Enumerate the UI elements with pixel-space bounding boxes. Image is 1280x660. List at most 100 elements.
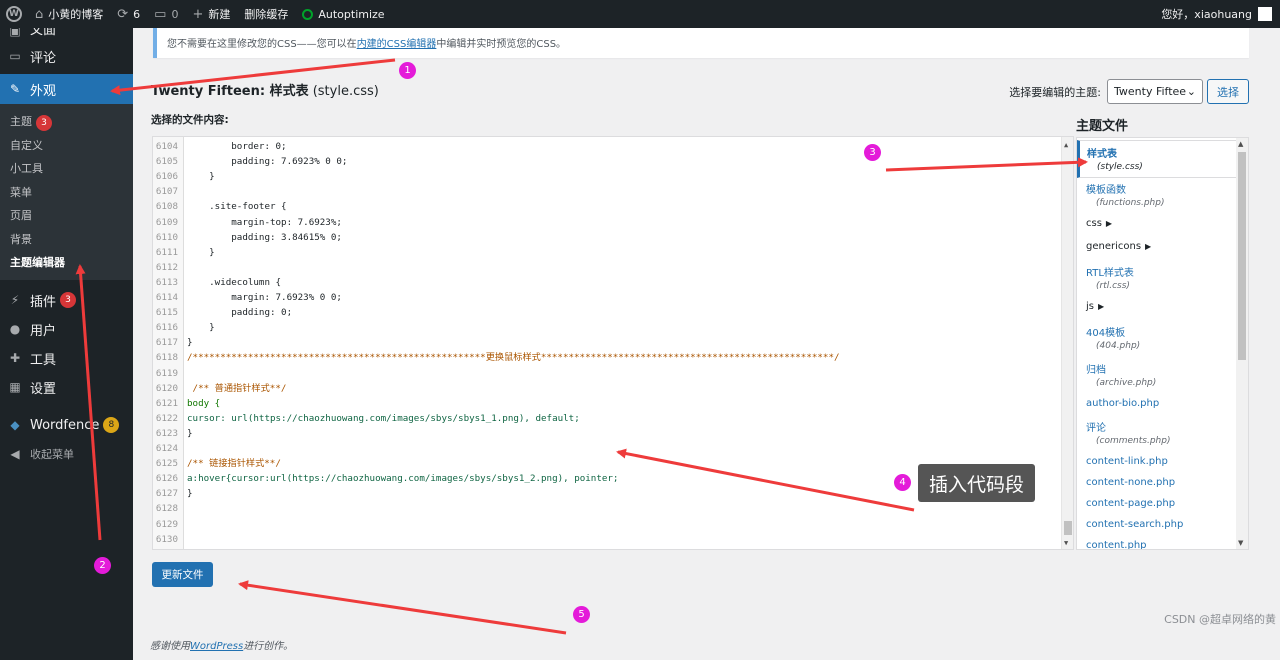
line-number: 6125 [155, 458, 178, 470]
folder-expand-icon[interactable]: ▶ [1106, 219, 1112, 228]
file-name: 模板函数 [1086, 181, 1237, 196]
select-theme-button[interactable]: 选择 [1207, 79, 1249, 104]
file-list-item[interactable]: RTL样式表 (rtl.css) [1077, 264, 1237, 291]
clear-cache-link[interactable]: 删除缓存 [237, 0, 295, 28]
code-line: 6109 margin-top: 7.6923%; [153, 215, 342, 230]
scroll-down-icon[interactable]: ▼ [1064, 539, 1068, 547]
folder-expand-icon[interactable]: ▶ [1098, 302, 1104, 311]
submenu-item-widgets[interactable]: 小工具 [0, 157, 133, 181]
code-text: /** 普通指针样式**/ [187, 382, 287, 394]
file-name: content-link.php [1086, 456, 1237, 467]
file-name: content-search.php [1086, 519, 1237, 530]
submenu-item-menus[interactable]: 菜单 [0, 181, 133, 205]
menu-item-settings[interactable]: ▦ 设置 [0, 373, 133, 402]
file-list-item[interactable]: 404模板 (404.php) [1077, 324, 1237, 351]
code-line: 6126 a:hover{cursor:url(https://chaozhuow… [153, 471, 619, 486]
submenu-item-header[interactable]: 页眉 [0, 204, 133, 228]
wordfence-badge: 8 [103, 417, 120, 433]
code-text: cursor: url(https://chaozhuowang.com/ima… [187, 412, 580, 424]
line-number: 6126 [155, 473, 178, 485]
file-list-item[interactable]: content-link.php [1077, 456, 1237, 467]
file-name: content-page.php [1086, 498, 1237, 509]
line-number: 6118 [155, 352, 178, 364]
file-list-item[interactable]: author-bio.php [1077, 398, 1237, 409]
file-path: (functions.php) [1096, 198, 1165, 208]
menu-item-media[interactable]: ▣ 文面 [0, 28, 133, 38]
line-number: 6106 [155, 171, 178, 183]
file-list-item[interactable]: 评论 (comments.php) [1077, 419, 1237, 446]
menu-item-tools[interactable]: ✚ 工具 [0, 344, 133, 373]
code-text: padding: 3.84615% 0; [187, 231, 342, 243]
scroll-thumb[interactable] [1064, 521, 1072, 535]
menu-item-collapse[interactable]: ◀ 收起菜单 [0, 440, 133, 469]
file-label: 评论 [1086, 423, 1106, 434]
code-text: } [187, 246, 215, 258]
folder-expand-icon[interactable]: ▶ [1145, 242, 1151, 251]
file-list-item[interactable]: 模板函数 (functions.php) [1077, 181, 1237, 208]
appearance-submenu: 主题 3 自定义 小工具 菜单 页眉 背景 主题编辑器 [0, 104, 133, 280]
code-line: 6112 [153, 260, 181, 275]
code-line: 6114 margin: 7.6923% 0 0; [153, 290, 342, 305]
file-label: 归档 [1086, 365, 1106, 376]
line-number: 6112 [155, 261, 178, 273]
menu-item-wordfence[interactable]: ◆ Wordfence 8 [0, 411, 133, 440]
theme-files-title: 主题文件 [1076, 119, 1129, 134]
insert-code-callout: 插入代码段 [918, 464, 1035, 502]
wordpress-link[interactable]: WordPress [190, 641, 243, 652]
css-editor-link[interactable]: 内建的CSS编辑器 [357, 39, 437, 50]
editor-scrollbar[interactable]: ▲ ▼ [1061, 137, 1073, 549]
code-line: 6125 /** 链接指针样式**/ [153, 456, 281, 471]
theme-select-row: 选择要编辑的主题: Twenty Fifteen ⌄ 选择 [1009, 79, 1249, 104]
watermark: CSDN @超卓网络的黄 [1164, 613, 1276, 626]
code-text: } [187, 337, 193, 349]
code-line: 6117} [153, 335, 193, 350]
file-list-item[interactable]: content-page.php [1077, 498, 1237, 509]
file-name: 样式表 [1087, 145, 1236, 160]
file-folder-item[interactable]: js ▶ [1077, 301, 1237, 312]
code-line: 6110 padding: 3.84615% 0; [153, 230, 342, 245]
code-text: margin: 7.6923% 0 0; [187, 292, 342, 303]
wordpress-logo-icon[interactable]: W [0, 0, 28, 28]
refresh-icon: ⟳ [117, 6, 129, 22]
new-content-link[interactable]: + 新建 [185, 0, 237, 28]
updates-link[interactable]: ⟳ 6 [110, 0, 147, 28]
menu-item-comments[interactable]: ▭ 评论 [0, 38, 133, 74]
autoptimize-link[interactable]: Autoptimize [295, 0, 391, 28]
scroll-thumb[interactable] [1238, 152, 1246, 360]
file-list-item[interactable]: content-search.php [1077, 519, 1237, 530]
file-list-item[interactable]: content.php [1077, 540, 1237, 549]
comments-link[interactable]: ▭ 0 [147, 0, 185, 28]
menu-item-plugins[interactable]: ⚡ 插件 3 [0, 286, 133, 315]
site-name-link[interactable]: ⌂ 小黄的博客 [28, 0, 110, 28]
code-line: 6127} [153, 486, 193, 501]
brush-icon: ✎ [9, 82, 21, 96]
file-list-item[interactable]: content-none.php [1077, 477, 1237, 488]
submenu-item-customize[interactable]: 自定义 [0, 134, 133, 158]
line-number: 6128 [155, 503, 178, 515]
file-content-label: 选择的文件内容: [151, 114, 229, 126]
file-folder-item[interactable]: genericons ▶ [1077, 241, 1237, 252]
menu-item-appearance[interactable]: ✎ 外观 [0, 74, 133, 104]
code-line: 6123} [153, 426, 193, 441]
scroll-up-icon[interactable]: ▲ [1064, 141, 1068, 149]
my-account[interactable]: 您好，xiaohuang [1161, 6, 1280, 22]
footer-thanks: 感谢使用WordPress进行创作。 [150, 641, 294, 652]
file-path: (archive.php) [1096, 378, 1157, 388]
scroll-down-icon[interactable]: ▼ [1238, 539, 1243, 547]
file-folder-item[interactable]: css ▶ [1077, 218, 1237, 229]
line-number: 6123 [155, 427, 178, 439]
file-list-item[interactable]: 样式表 (style.css) [1077, 140, 1237, 178]
update-file-button[interactable]: 更新文件 [152, 562, 213, 587]
step-marker-1: 1 [399, 62, 416, 79]
main-content: 您不需要在这里修改您的CSS——您可以在内建的CSS编辑器中编辑并实时预览您的C… [133, 28, 1280, 660]
scroll-up-icon[interactable]: ▲ [1238, 140, 1243, 148]
file-list-item[interactable]: 归档 (archive.php) [1077, 361, 1237, 388]
submenu-item-themes[interactable]: 主题 3 [0, 110, 133, 134]
theme-select[interactable]: Twenty Fifteen ⌄ [1107, 79, 1203, 104]
file-list-scrollbar[interactable]: ▲ ▼ [1236, 138, 1248, 549]
menu-item-users[interactable]: ● 用户 [0, 315, 133, 344]
submenu-item-theme-editor[interactable]: 主题编辑器 [0, 251, 133, 275]
submenu-item-background[interactable]: 背景 [0, 228, 133, 252]
step-marker-5: 5 [573, 606, 590, 623]
file-label: 404模板 [1086, 328, 1126, 339]
